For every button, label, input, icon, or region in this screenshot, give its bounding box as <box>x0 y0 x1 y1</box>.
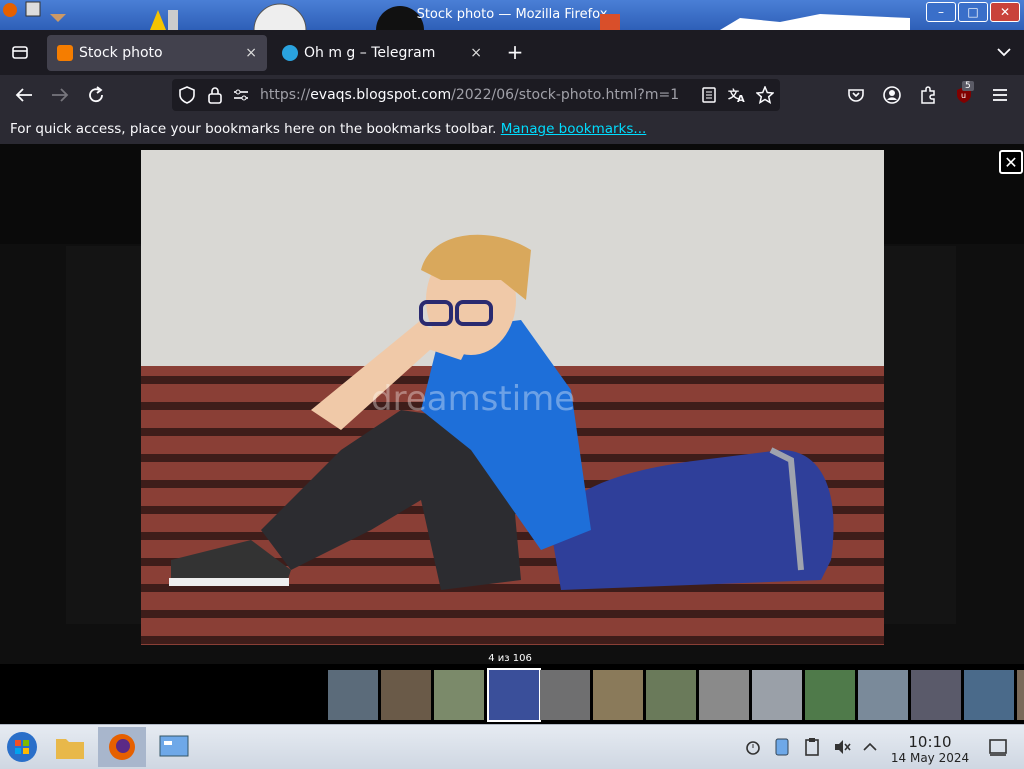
new-tab-button[interactable]: + <box>503 40 527 64</box>
reader-view-icon[interactable] <box>700 86 718 104</box>
forward-icon[interactable] <box>48 83 72 107</box>
image-counter: 4 из 106 <box>488 653 532 664</box>
page-content: dreamstime ✕ 4 из 106 <box>0 144 1024 724</box>
thumbnail[interactable] <box>1017 670 1024 720</box>
taskbar: 10:10 14 May 2024 <box>0 724 1024 769</box>
tray-expand-icon[interactable] <box>860 737 880 757</box>
alarm-clock-icon[interactable] <box>743 737 763 757</box>
maximize-button[interactable]: □ <box>958 2 988 22</box>
back-icon[interactable] <box>12 83 36 107</box>
svg-text:u: u <box>961 91 966 100</box>
tab-stock-photo[interactable]: Stock photo × <box>47 35 267 71</box>
address-bar[interactable]: https://evaqs.blogspot.com/2022/06/stock… <box>172 79 780 111</box>
clock-date: 14 May 2024 <box>890 751 970 765</box>
firefox-icon <box>109 734 135 760</box>
thumbnail[interactable] <box>752 670 802 720</box>
tracking-protection-shield-icon[interactable] <box>178 86 196 104</box>
clock[interactable]: 10:10 14 May 2024 <box>888 733 972 765</box>
file-manager-button[interactable] <box>50 727 90 767</box>
close-tab-icon[interactable]: × <box>470 45 482 61</box>
firefox-taskbar-button[interactable] <box>98 727 146 767</box>
thumbnail[interactable] <box>805 670 855 720</box>
svg-text:A: A <box>737 94 745 103</box>
thumbnail[interactable] <box>381 670 431 720</box>
folder-icon <box>56 739 84 759</box>
windows-logo-icon <box>7 732 37 762</box>
translate-icon[interactable]: 文A <box>728 86 746 104</box>
photo-illustration: dreamstime <box>141 150 884 645</box>
thumbnail-strip <box>0 664 1024 724</box>
telegram-favicon <box>282 45 298 61</box>
manage-bookmarks-link[interactable]: Manage bookmarks... <box>501 121 647 137</box>
window-titlebar: Stock photo — Mozilla Firefox – □ ✕ <box>0 0 1024 30</box>
url-path: /2022/06/stock-photo.html?m=1 <box>451 87 680 103</box>
show-desktop-icon[interactable] <box>988 737 1008 757</box>
account-icon[interactable] <box>880 83 904 107</box>
list-all-tabs-icon[interactable] <box>992 40 1016 64</box>
thumbnail[interactable] <box>964 670 1014 720</box>
watermark: dreamstime <box>371 379 575 419</box>
viewer-close-button[interactable]: ✕ <box>999 150 1023 174</box>
lock-icon[interactable] <box>206 86 224 104</box>
thumbnail[interactable] <box>487 668 541 722</box>
bookmarks-message: For quick access, place your bookmarks h… <box>10 121 497 137</box>
thumbnail[interactable] <box>593 670 643 720</box>
volume-muted-icon[interactable] <box>832 737 852 757</box>
url-text[interactable]: https://evaqs.blogspot.com/2022/06/stock… <box>260 87 679 103</box>
reload-icon[interactable] <box>84 83 108 107</box>
thumbnail[interactable] <box>699 670 749 720</box>
stock-photo-image: dreamstime <box>141 150 884 645</box>
start-menu-button[interactable] <box>2 727 42 767</box>
control-panel-button[interactable] <box>154 727 194 767</box>
clipboard-icon[interactable] <box>802 737 822 757</box>
extensions-puzzle-icon[interactable] <box>916 83 940 107</box>
desktop-decoration <box>600 14 910 30</box>
tab-groups-icon[interactable] <box>8 40 32 64</box>
app-menu-icon[interactable] <box>988 83 1012 107</box>
tab-strip: Stock photo × Oh m g – Telegram × + <box>0 30 1024 75</box>
tab-label: Stock photo <box>79 45 163 61</box>
url-prefix: https:// <box>260 87 311 103</box>
minimize-button[interactable]: – <box>926 2 956 22</box>
close-tab-icon[interactable]: × <box>245 45 257 61</box>
permissions-icon[interactable] <box>232 86 250 104</box>
thumbnail[interactable] <box>540 670 590 720</box>
bookmark-star-icon[interactable] <box>756 86 774 104</box>
thumbnail[interactable] <box>858 670 908 720</box>
close-window-button[interactable]: ✕ <box>990 2 1020 22</box>
network-icon[interactable] <box>772 737 792 757</box>
clock-time: 10:10 <box>908 733 952 751</box>
tab-label: Oh m g – Telegram <box>304 45 436 61</box>
pocket-icon[interactable] <box>844 83 868 107</box>
blogger-favicon <box>57 45 73 61</box>
url-host: evaqs.blogspot.com <box>310 87 452 103</box>
bookmarks-toolbar: For quick access, place your bookmarks h… <box>0 115 1024 144</box>
navigation-toolbar: https://evaqs.blogspot.com/2022/06/stock… <box>0 75 1024 115</box>
thumbnail[interactable] <box>328 670 378 720</box>
thumbnail[interactable] <box>911 670 961 720</box>
control-panel-icon <box>159 735 189 757</box>
thumbnail[interactable] <box>646 670 696 720</box>
tab-telegram[interactable]: Oh m g – Telegram × <box>272 35 492 71</box>
thumbnail[interactable] <box>434 670 484 720</box>
extension-badge: 5 <box>962 81 974 91</box>
